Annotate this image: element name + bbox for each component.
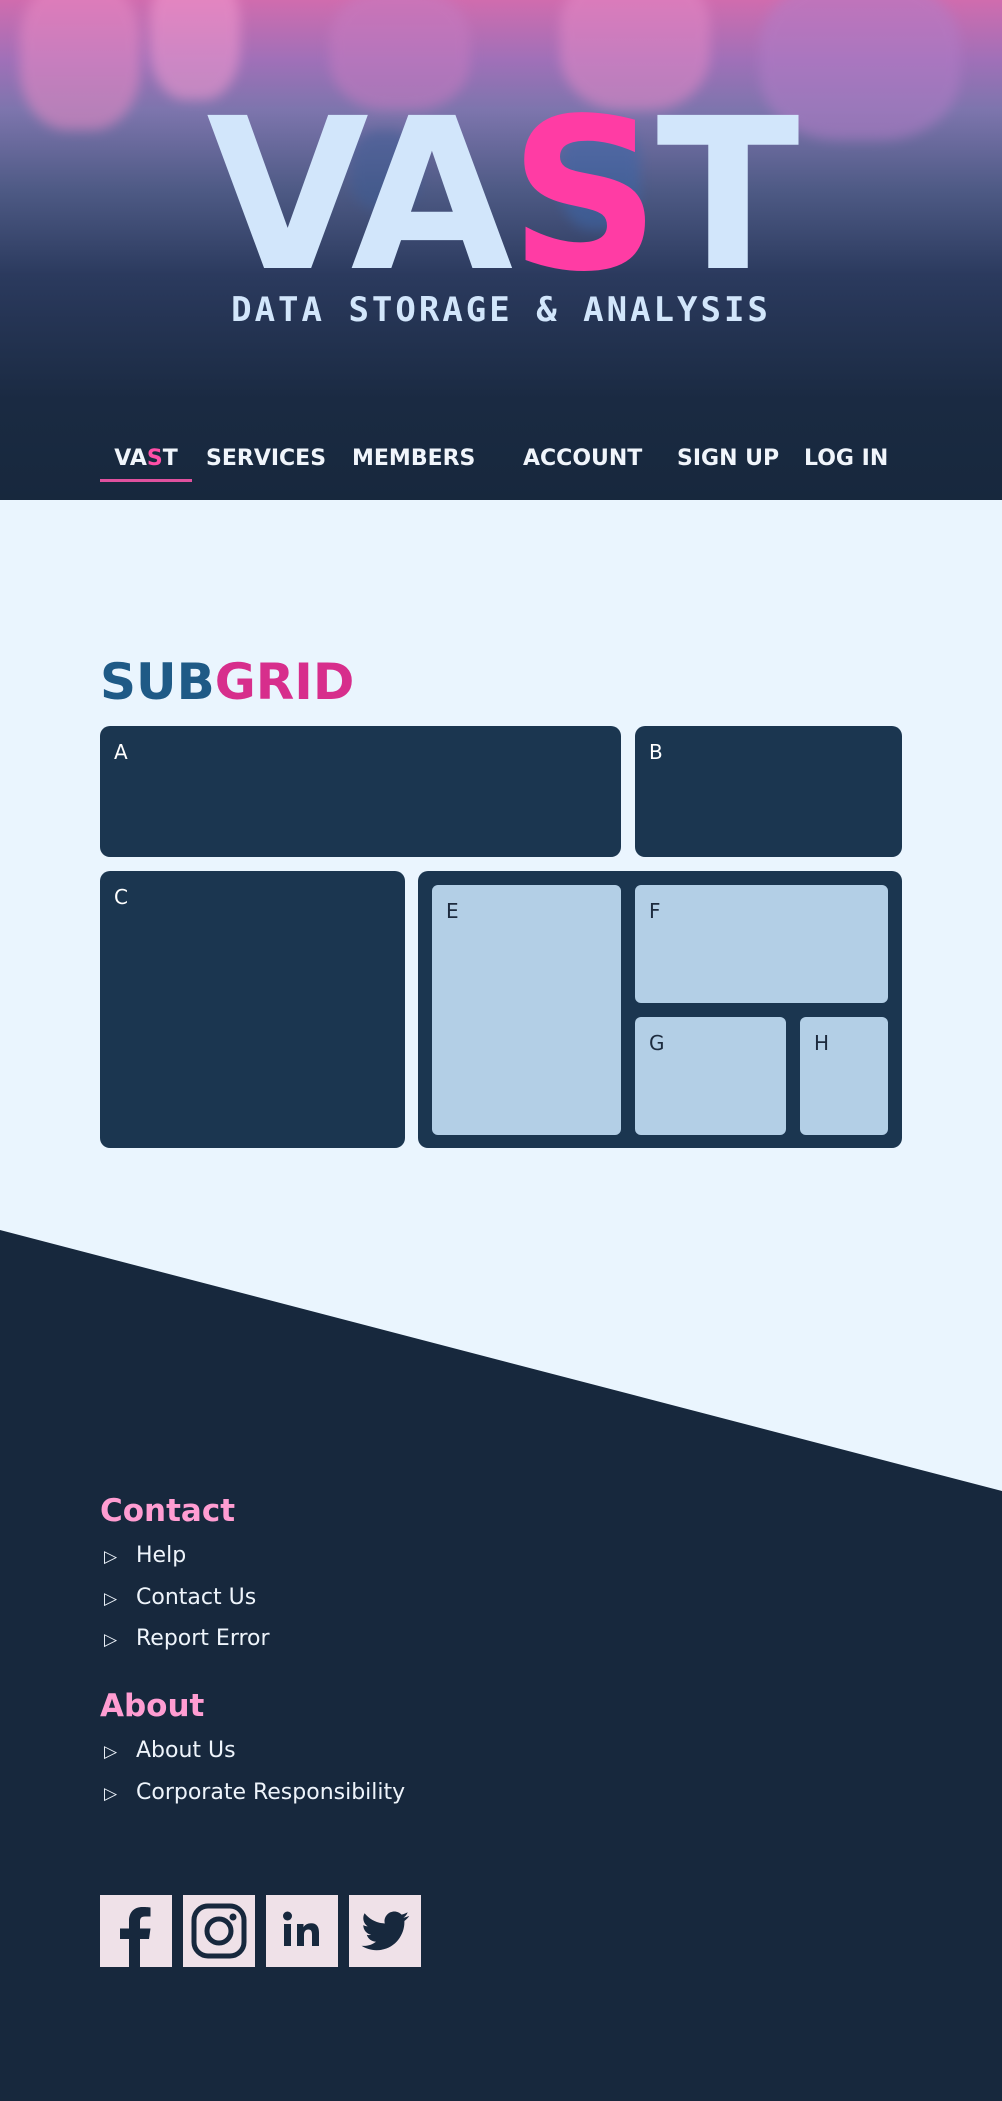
grid-cell-f: F <box>635 885 888 1003</box>
nav-item-account[interactable]: ACCOUNT <box>523 446 642 471</box>
grid-cell-label: F <box>649 899 661 923</box>
grid-cell-a: A <box>100 726 621 857</box>
nav-item-services[interactable]: SERVICES <box>206 446 326 471</box>
play-triangle-outline-icon: ▷ <box>104 1589 118 1609</box>
grid-cell-label: E <box>446 899 459 923</box>
linkedin-icon[interactable] <box>266 1895 338 1967</box>
logo-text-accent: S <box>509 73 660 318</box>
grid-cell-label: G <box>649 1031 665 1055</box>
footer-link-label: Help <box>136 1543 187 1568</box>
play-triangle-outline-icon: ▷ <box>104 1784 118 1804</box>
footer-link-about-us[interactable]: ▷ About Us <box>104 1738 236 1763</box>
site-logo[interactable]: VAST <box>0 91 1002 301</box>
play-triangle-outline-icon: ▷ <box>104 1742 118 1762</box>
nav-item-home[interactable]: VAST <box>100 446 192 482</box>
grid-cell-b: B <box>635 726 902 857</box>
grid-cell-g: G <box>635 1017 786 1135</box>
nav-item-members[interactable]: MEMBERS <box>352 446 475 471</box>
footer-link-help[interactable]: ▷ Help <box>104 1543 186 1568</box>
footer-contact-heading: Contact <box>100 1493 236 1529</box>
grid-cell-label: C <box>114 885 128 909</box>
nav-home-suffix: T <box>162 446 178 471</box>
nav-home-prefix: VA <box>114 446 147 471</box>
play-triangle-outline-icon: ▷ <box>104 1630 118 1650</box>
nav-item-log-in[interactable]: LOG IN <box>804 446 888 471</box>
logo-text-suffix: T <box>656 73 799 318</box>
title-part-sub: SUB <box>100 653 215 711</box>
footer-background <box>0 1230 1002 2101</box>
footer-link-label: Report Error <box>136 1626 270 1651</box>
facebook-icon[interactable] <box>100 1895 172 1967</box>
nav-item-sign-up[interactable]: SIGN UP <box>677 446 779 471</box>
footer-link-corporate-responsibility[interactable]: ▷ Corporate Responsibility <box>104 1780 405 1805</box>
footer-about-heading: About <box>100 1688 205 1724</box>
nav-home-accent: S <box>146 446 163 471</box>
hero-header: VAST DATA STORAGE & ANALYSIS VAST SERVIC… <box>0 0 1002 500</box>
twitter-icon[interactable] <box>349 1895 421 1967</box>
grid-cell-label: H <box>814 1031 830 1055</box>
grid-cell-h: H <box>800 1017 888 1135</box>
footer-link-contact-us[interactable]: ▷ Contact Us <box>104 1585 256 1610</box>
grid-cell-c: C <box>100 871 405 1148</box>
grid-cell-label: B <box>649 740 663 764</box>
play-triangle-outline-icon: ▷ <box>104 1547 118 1567</box>
grid-cell-label: A <box>114 740 128 764</box>
instagram-icon[interactable] <box>183 1895 255 1967</box>
title-part-grid: GRID <box>214 653 355 711</box>
site-tagline: DATA STORAGE & ANALYSIS <box>231 290 771 330</box>
page-title: SUBGRID <box>100 652 354 712</box>
footer-link-label: Corporate Responsibility <box>136 1780 406 1805</box>
main-nav: VAST SERVICES MEMBERS ACCOUNT SIGN UP LO… <box>0 440 1002 490</box>
footer-link-label: Contact Us <box>136 1585 257 1610</box>
logo-text-prefix: VA <box>206 73 513 318</box>
footer-link-label: About Us <box>136 1738 236 1763</box>
footer-link-report-error[interactable]: ▷ Report Error <box>104 1626 270 1651</box>
grid-cell-e: E <box>432 885 621 1135</box>
